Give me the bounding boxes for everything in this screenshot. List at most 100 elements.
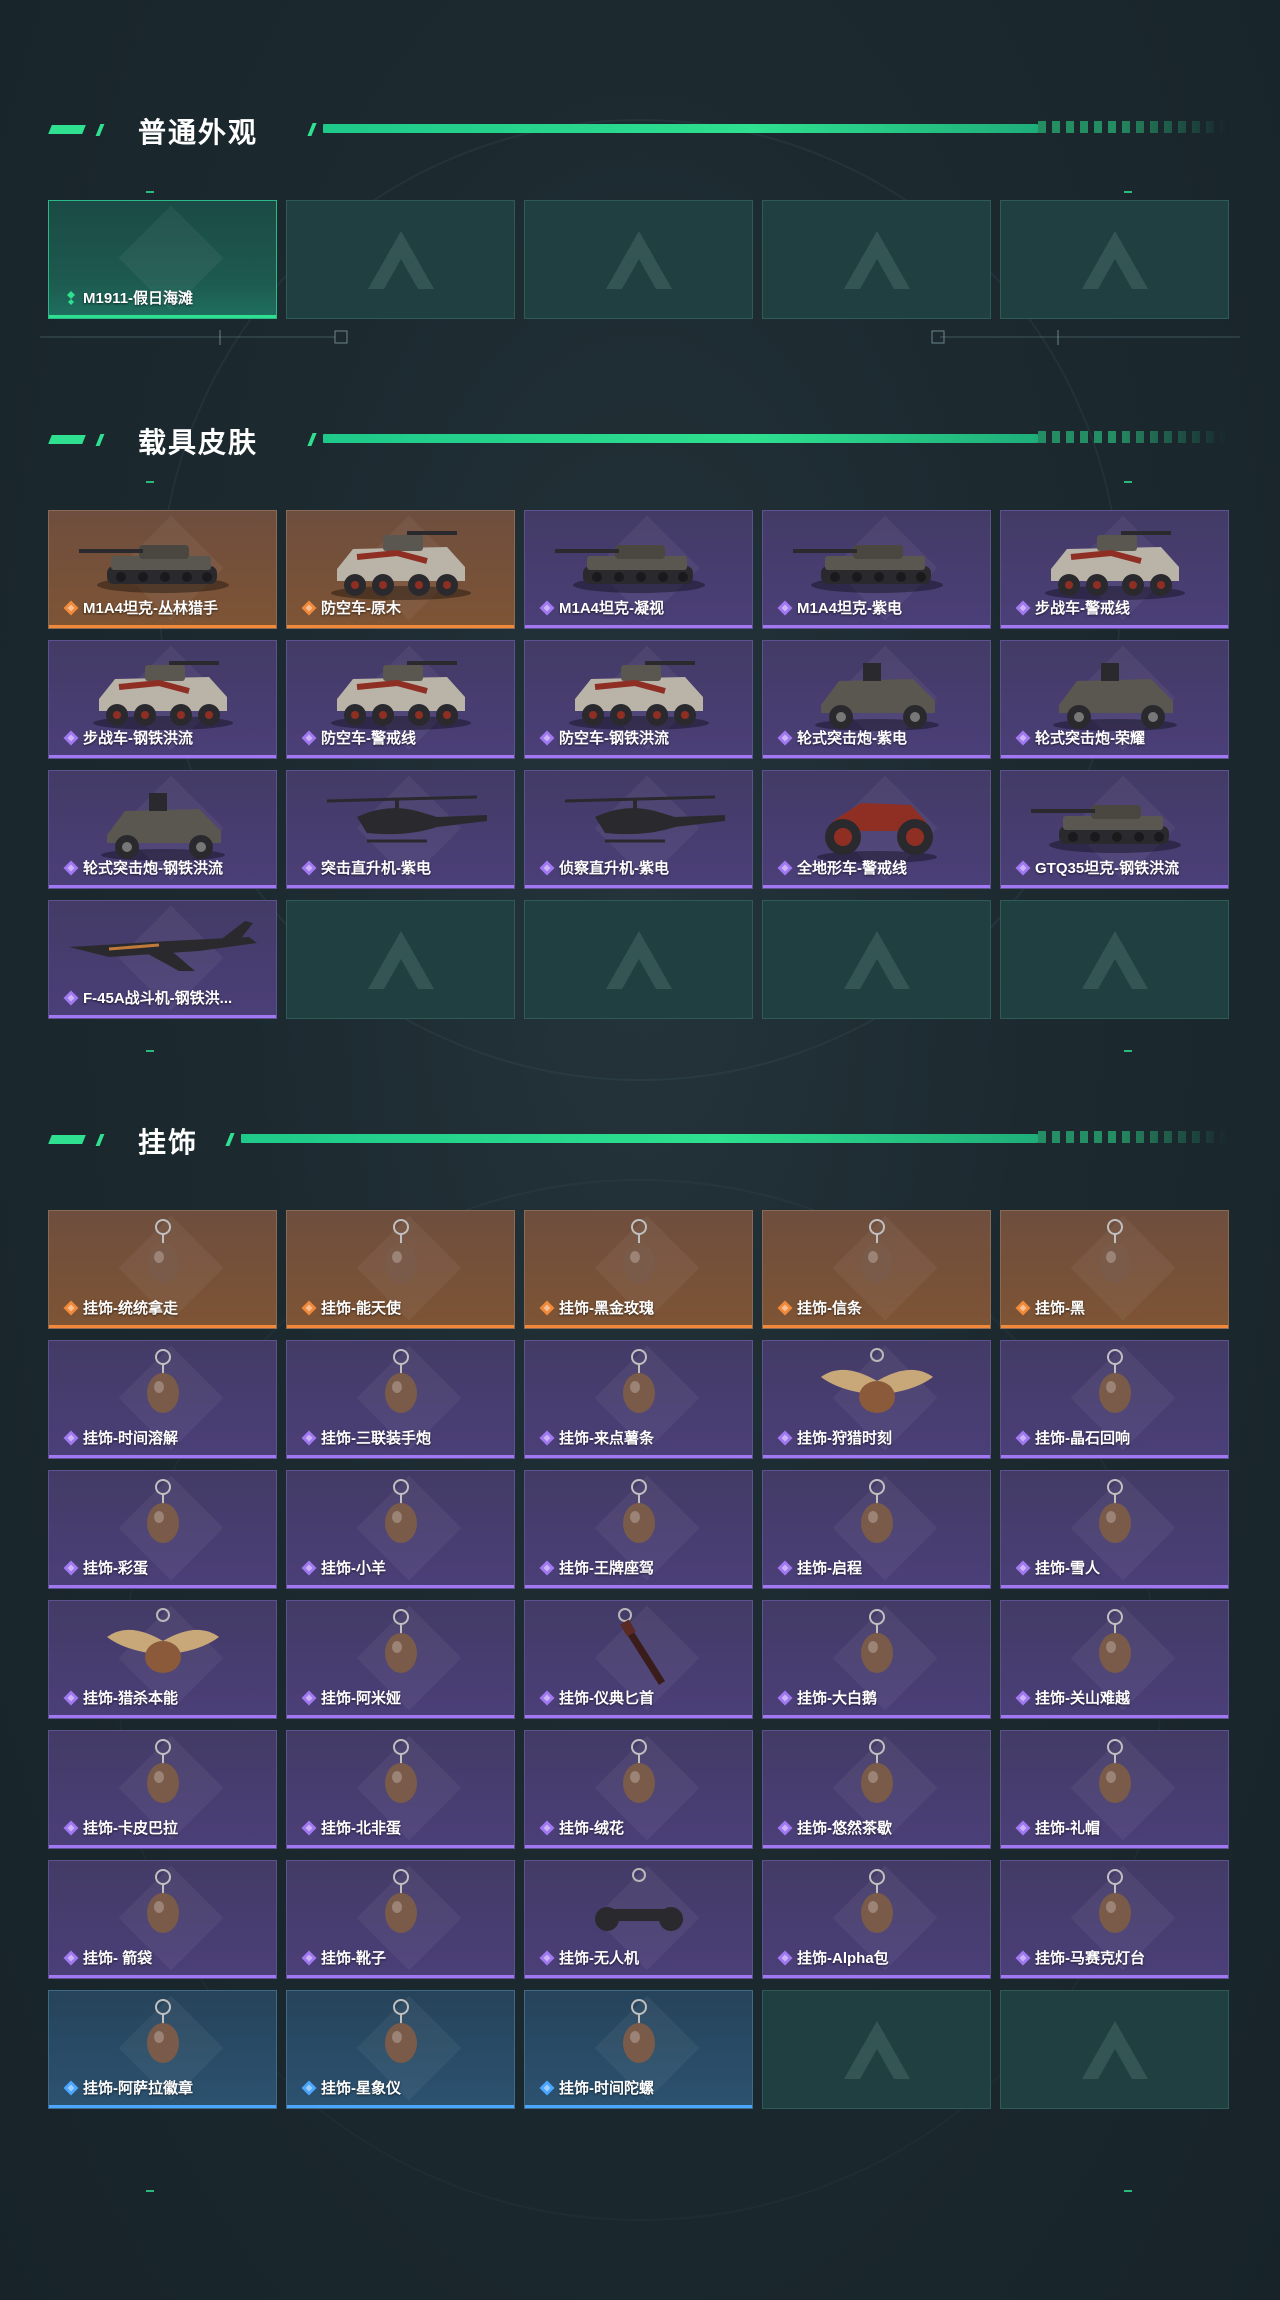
item-card[interactable]: 挂饰-启程 [762,1470,991,1589]
item-card[interactable]: 挂饰-绒花 [524,1730,753,1849]
item-label: M1A4坦克-紫电 [777,599,982,619]
logo-watermark-icon [843,2020,910,2079]
section-header-vehicle-skins: 载具皮肤 [48,420,1232,460]
rarity-icon [1015,600,1031,616]
item-card[interactable]: 轮式突击炮-钢铁洪流 [48,770,277,889]
item-card[interactable]: M1A4坦克-凝视 [524,510,753,629]
item-name: M1A4坦克-丛林猎手 [83,600,219,617]
item-name: 挂饰-小羊 [321,1560,386,1577]
item-card[interactable]: 挂饰-黑 [1000,1210,1229,1329]
item-card[interactable]: 挂饰-Alpha包 [762,1860,991,1979]
item-card[interactable]: 步战车-警戒线 [1000,510,1229,629]
rarity-icon [63,1820,79,1836]
item-card[interactable]: F-45A战斗机-钢铁洪... [48,900,277,1019]
item-label: 挂饰-来点薯条 [539,1429,744,1449]
item-label: F-45A战斗机-钢铁洪... [63,989,268,1009]
item-name: 步战车-警戒线 [1035,600,1130,617]
item-card[interactable]: 挂饰-关山难越 [1000,1600,1229,1719]
rarity-icon [539,1950,555,1966]
rarity-icon [539,1690,555,1706]
item-card[interactable]: 挂饰-时间陀螺 [524,1990,753,2109]
item-name: 挂饰-猎杀本能 [83,1690,178,1707]
item-name: 挂饰-信条 [797,1300,862,1317]
item-label: 侦察直升机-紫电 [539,859,744,879]
item-name: 挂饰-来点薯条 [559,1430,654,1447]
item-card[interactable]: 轮式突击炮-紫电 [762,640,991,759]
item-card[interactable]: 挂饰-时间溶解 [48,1340,277,1459]
item-label: 挂饰-王牌座驾 [539,1559,744,1579]
item-name: 侦察直升机-紫电 [559,860,669,877]
item-card[interactable]: 防空车-原木 [286,510,515,629]
item-card[interactable]: M1911-假日海滩 [48,200,277,319]
item-label: 挂饰-统统拿走 [63,1299,268,1319]
item-card[interactable]: 防空车-钢铁洪流 [524,640,753,759]
item-name: 挂饰-星象仪 [321,2080,401,2097]
item-card[interactable]: 挂饰-来点薯条 [524,1340,753,1459]
item-card[interactable]: 挂饰-猎杀本能 [48,1600,277,1719]
section-title: 载具皮肤 [138,427,259,458]
item-card[interactable]: 轮式突击炮-荣耀 [1000,640,1229,759]
item-name: 挂饰-晶石回响 [1035,1430,1130,1447]
item-card[interactable]: 全地形车-警戒线 [762,770,991,889]
item-card[interactable]: 挂饰-能天使 [286,1210,515,1329]
item-label: 防空车-原木 [301,599,506,619]
item-label: 挂饰-关山难越 [1015,1689,1220,1709]
item-card[interactable]: 挂饰-阿米娅 [286,1600,515,1719]
item-card[interactable]: 防空车-警戒线 [286,640,515,759]
item-label: 挂饰-Alpha包 [777,1949,982,1969]
item-card[interactable]: M1A4坦克-紫电 [762,510,991,629]
item-label: M1A4坦克-凝视 [539,599,744,619]
section-header-charms: 挂饰 [48,1120,1232,1160]
rarity-icon [301,2080,317,2096]
item-card[interactable]: 步战车-钢铁洪流 [48,640,277,759]
item-name: 挂饰-启程 [797,1560,862,1577]
item-card[interactable]: 挂饰-无人机 [524,1860,753,1979]
item-card[interactable]: 挂饰-雪人 [1000,1470,1229,1589]
item-card[interactable]: 挂饰-马赛克灯台 [1000,1860,1229,1979]
rarity-icon [777,600,793,616]
item-card[interactable]: 挂饰- 箭袋 [48,1860,277,1979]
item-card[interactable]: GTQ35坦克-钢铁洪流 [1000,770,1229,889]
item-card[interactable]: 挂饰-狩猎时刻 [762,1340,991,1459]
item-card[interactable]: 挂饰-晶石回响 [1000,1340,1229,1459]
rarity-icon [1015,1300,1031,1316]
item-card[interactable]: 挂饰-仪典匕首 [524,1600,753,1719]
item-card[interactable]: 侦察直升机-紫电 [524,770,753,889]
item-card[interactable]: 挂饰-星象仪 [286,1990,515,2109]
item-label: 挂饰-信条 [777,1299,982,1319]
rarity-icon [777,1950,793,1966]
item-card[interactable]: 挂饰-悠然茶歇 [762,1730,991,1849]
item-name: 挂饰-时间溶解 [83,1430,178,1447]
item-name: 挂饰-黑金玫瑰 [559,1300,654,1317]
item-label: 挂饰-无人机 [539,1949,744,1969]
empty-slot [1000,900,1229,1019]
item-card[interactable]: 挂饰-统统拿走 [48,1210,277,1329]
item-card[interactable]: 挂饰-靴子 [286,1860,515,1979]
item-card[interactable]: 挂饰-黑金玫瑰 [524,1210,753,1329]
empty-slot [762,1990,991,2109]
item-card[interactable]: 挂饰-阿萨拉徽章 [48,1990,277,2109]
item-label: 挂饰-狩猎时刻 [777,1429,982,1449]
item-name: 轮式突击炮-紫电 [797,730,907,747]
rarity-icon [301,1690,317,1706]
item-label: 防空车-钢铁洪流 [539,729,744,749]
item-card[interactable]: 挂饰-北非蛋 [286,1730,515,1849]
item-label: 挂饰-能天使 [301,1299,506,1319]
item-card[interactable]: 挂饰-信条 [762,1210,991,1329]
item-card[interactable]: 挂饰-三联装手炮 [286,1340,515,1459]
logo-watermark-icon [367,230,434,289]
item-label: 挂饰-黑 [1015,1299,1220,1319]
item-name: 挂饰-绒花 [559,1820,624,1837]
item-card[interactable]: 挂饰-卡皮巴拉 [48,1730,277,1849]
item-label: 挂饰-时间陀螺 [539,2079,744,2099]
section-title: 普通外观 [138,117,259,148]
item-card[interactable]: 挂饰-小羊 [286,1470,515,1589]
item-card[interactable]: 挂饰-大白鹅 [762,1600,991,1719]
item-card[interactable]: 挂饰-王牌座驾 [524,1470,753,1589]
item-card[interactable]: 挂饰-彩蛋 [48,1470,277,1589]
item-card[interactable]: 挂饰-礼帽 [1000,1730,1229,1849]
item-card[interactable]: 突击直升机-紫电 [286,770,515,889]
item-card[interactable]: M1A4坦克-丛林猎手 [48,510,277,629]
rarity-icon [63,1950,79,1966]
item-name: 挂饰-能天使 [321,1300,401,1317]
